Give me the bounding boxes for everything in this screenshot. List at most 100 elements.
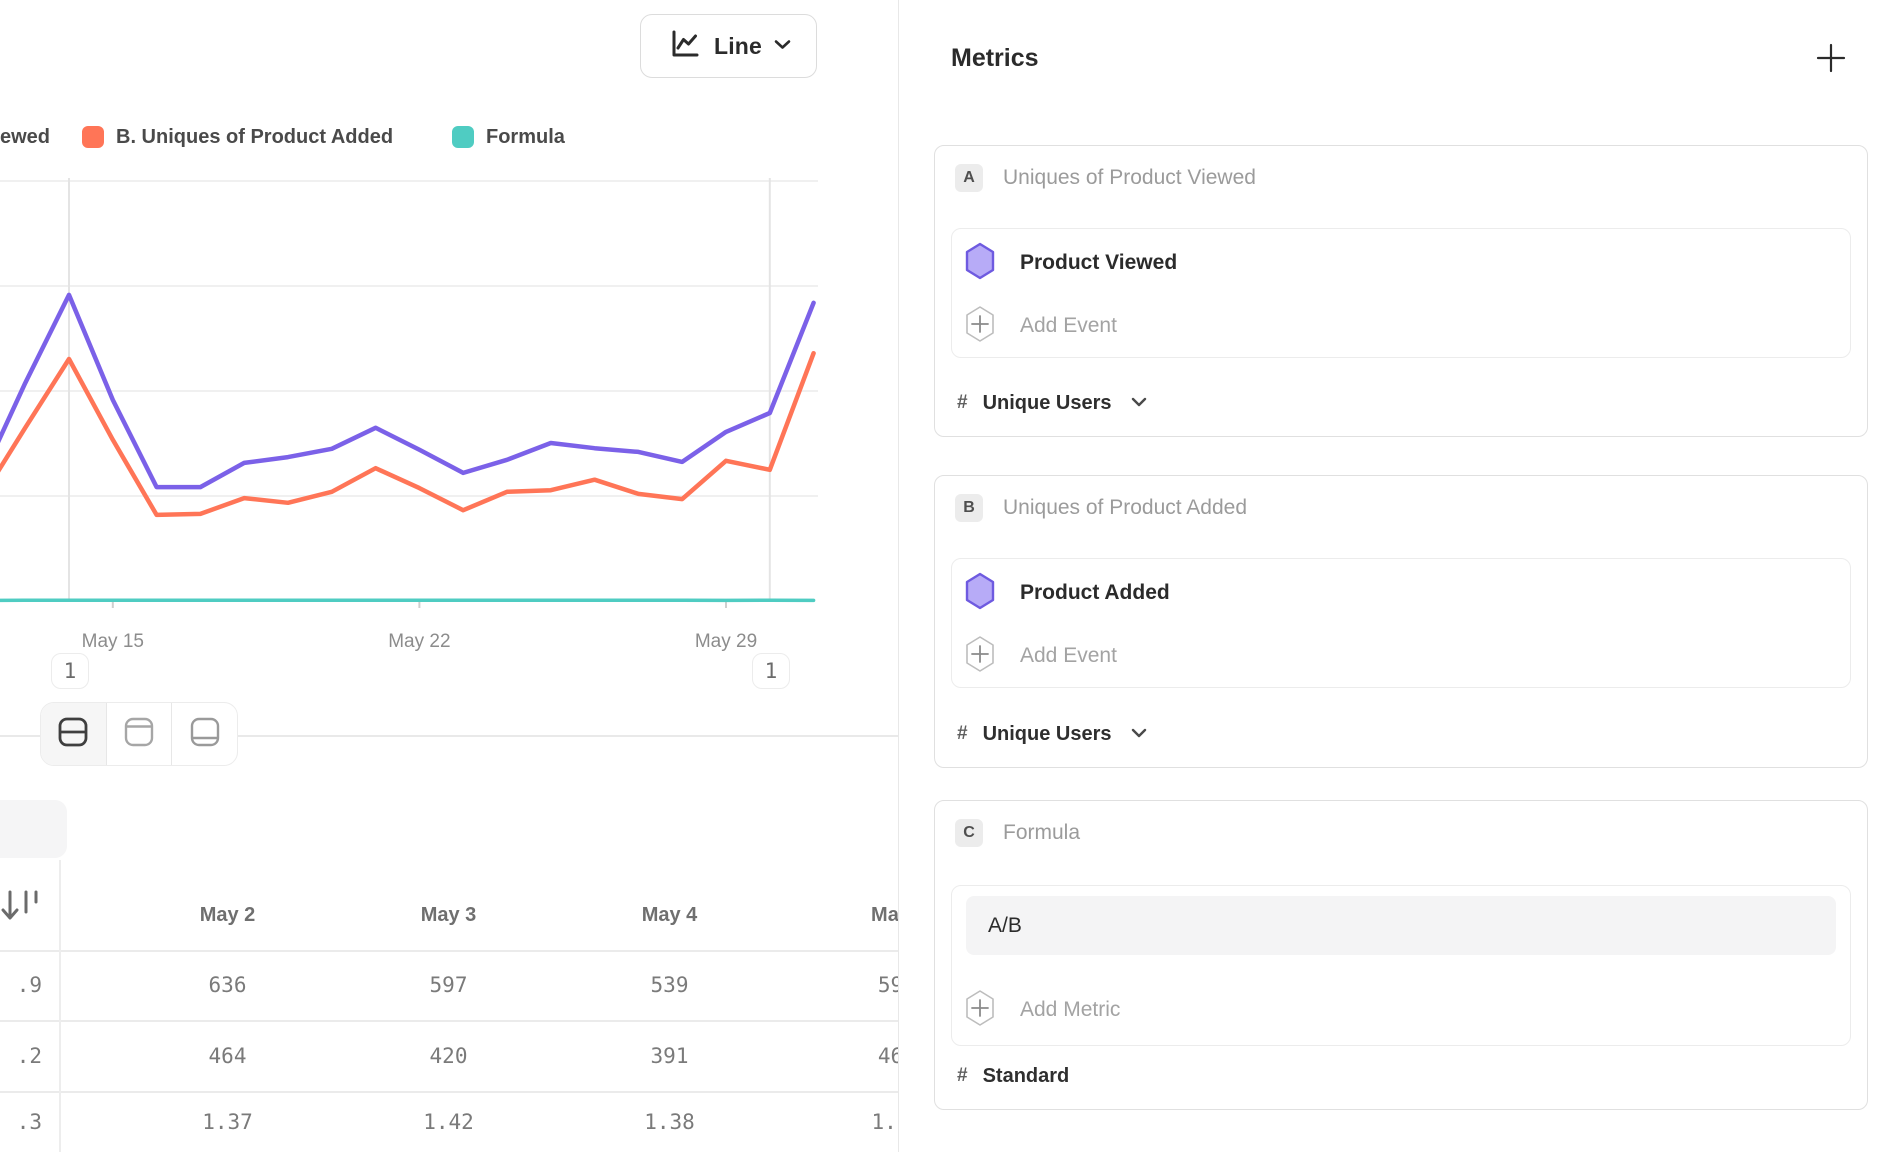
formula-input[interactable]: A/B xyxy=(966,896,1836,955)
value-cell: 46 xyxy=(780,1020,898,1091)
table-header-row: May 2 May 3 May 4 May xyxy=(0,860,898,950)
event-row[interactable]: Product Added xyxy=(964,573,1838,613)
layout-chart-button[interactable] xyxy=(106,703,172,765)
breakdown-chip[interactable] xyxy=(0,800,67,858)
event-group: Product Viewed Add Event xyxy=(951,228,1851,358)
legend-swatch-teal xyxy=(452,126,474,148)
report-pane: Line ewed B. Uniques of Product Added Fo… xyxy=(0,0,898,1152)
value-cell: 59 xyxy=(780,950,898,1020)
add-event-row[interactable]: Add Event xyxy=(964,636,1838,676)
event-group: Product Added Add Event xyxy=(951,558,1851,688)
value-cell: 464 xyxy=(117,1020,338,1091)
table-layout-icon xyxy=(187,714,223,755)
value-cell: 1.2 xyxy=(780,1091,898,1152)
chevron-down-icon xyxy=(774,37,791,55)
column-header[interactable]: May 4 xyxy=(559,860,780,950)
add-metric-plus-icon[interactable] xyxy=(1815,42,1847,74)
chart-layout-icon xyxy=(121,714,157,755)
add-metric-row[interactable]: Add Metric xyxy=(964,990,1838,1030)
line-chart-icon xyxy=(666,26,702,67)
panel-title: Metrics xyxy=(951,44,1039,73)
table-row[interactable]: .9 636 597 539 59 xyxy=(0,950,898,1020)
add-event-row[interactable]: Add Event xyxy=(964,306,1838,346)
value-cell: 420 xyxy=(338,1020,559,1091)
chevron-down-icon xyxy=(1131,394,1147,412)
metric-card-header: A Uniques of Product Viewed xyxy=(955,164,1256,192)
annotation-badge[interactable]: 1 xyxy=(51,653,89,689)
metric-card-a[interactable]: A Uniques of Product Viewed Product View… xyxy=(934,145,1868,437)
value-cell: 1.42 xyxy=(338,1091,559,1152)
legend-swatch-orange xyxy=(82,126,104,148)
event-hexagon-icon xyxy=(964,572,996,615)
line-chart[interactable]: May 15 May 22 May 29 xyxy=(0,0,818,660)
annotation-count: 1 xyxy=(765,659,778,683)
measure-label: Standard xyxy=(983,1065,1070,1088)
sort-descending-icon[interactable] xyxy=(0,890,46,931)
add-metric-label: Add Metric xyxy=(1020,998,1120,1022)
legend-item-formula[interactable]: Formula xyxy=(452,124,565,150)
legend-item-truncated[interactable]: ewed xyxy=(0,124,50,150)
legend-label: B. Uniques of Product Added xyxy=(116,126,393,149)
metric-badge: C xyxy=(955,819,983,847)
truncated-cell: .9 xyxy=(0,950,42,1020)
table-row[interactable]: .2 464 420 391 46 xyxy=(0,1020,898,1091)
legend-label: ewed xyxy=(0,126,50,149)
chart-type-button[interactable]: Line xyxy=(640,14,817,78)
metric-badge: B xyxy=(955,494,983,522)
add-metric-hexagon-icon xyxy=(964,989,996,1032)
value-cell: 597 xyxy=(338,950,559,1020)
split-layout-icon xyxy=(55,714,91,755)
metrics-panel: Metrics A Uniques of Product Viewed Prod… xyxy=(898,0,1898,1152)
chevron-down-icon xyxy=(1131,725,1147,743)
column-divider xyxy=(59,860,61,1152)
value-cell: 539 xyxy=(559,950,780,1020)
metric-card-c[interactable]: C Formula A/B Add Metric # Standard xyxy=(934,800,1868,1110)
metric-title: Uniques of Product Added xyxy=(1003,496,1247,520)
add-event-label: Add Event xyxy=(1020,644,1117,668)
hash-icon: # xyxy=(957,392,968,414)
measure-selector[interactable]: # Standard xyxy=(957,1059,1069,1093)
layout-table-button[interactable] xyxy=(171,703,237,765)
value-cell: 391 xyxy=(559,1020,780,1091)
truncated-cell: .3 xyxy=(0,1091,42,1152)
add-event-label: Add Event xyxy=(1020,314,1117,338)
measure-label: Unique Users xyxy=(983,392,1112,415)
event-hexagon-icon xyxy=(964,242,996,285)
value-cell: 1.37 xyxy=(117,1091,338,1152)
svg-text:May 29: May 29 xyxy=(695,631,757,652)
legend-item-b[interactable]: B. Uniques of Product Added xyxy=(82,124,393,150)
measure-label: Unique Users xyxy=(983,723,1112,746)
layout-toggle-group xyxy=(40,702,238,766)
legend-label: Formula xyxy=(486,126,565,149)
truncated-cell: .2 xyxy=(0,1020,42,1091)
metric-card-b[interactable]: B Uniques of Product Added Product Added xyxy=(934,475,1868,768)
value-cell: 636 xyxy=(117,950,338,1020)
measure-selector[interactable]: # Unique Users xyxy=(957,717,1147,751)
event-name: Product Viewed xyxy=(1020,251,1177,275)
metric-title: Formula xyxy=(1003,821,1080,845)
chart-type-label: Line xyxy=(714,33,762,60)
svg-text:May 15: May 15 xyxy=(82,631,144,652)
table-row[interactable]: .3 1.37 1.42 1.38 1.2 xyxy=(0,1091,898,1152)
column-header[interactable]: May xyxy=(780,860,898,950)
svg-text:May 22: May 22 xyxy=(388,631,450,652)
add-event-hexagon-icon xyxy=(964,635,996,678)
column-header[interactable]: May 2 xyxy=(117,860,338,950)
event-row[interactable]: Product Viewed xyxy=(964,243,1838,283)
annotation-count: 1 xyxy=(64,659,77,683)
metric-title: Uniques of Product Viewed xyxy=(1003,166,1256,190)
results-table: May 2 May 3 May 4 May .9 636 597 539 59 … xyxy=(0,860,898,1152)
metric-badge: A xyxy=(955,164,983,192)
hash-icon: # xyxy=(957,723,968,745)
add-event-hexagon-icon xyxy=(964,305,996,348)
metric-card-header: C Formula xyxy=(955,819,1080,847)
column-header[interactable]: May 3 xyxy=(338,860,559,950)
measure-selector[interactable]: # Unique Users xyxy=(957,386,1147,420)
metric-card-header: B Uniques of Product Added xyxy=(955,494,1247,522)
value-cell: 1.38 xyxy=(559,1091,780,1152)
formula-group: A/B Add Metric xyxy=(951,885,1851,1046)
annotation-badge[interactable]: 1 xyxy=(752,653,790,689)
layout-split-button[interactable] xyxy=(41,703,106,765)
hash-icon: # xyxy=(957,1065,968,1087)
formula-value: A/B xyxy=(988,914,1022,938)
